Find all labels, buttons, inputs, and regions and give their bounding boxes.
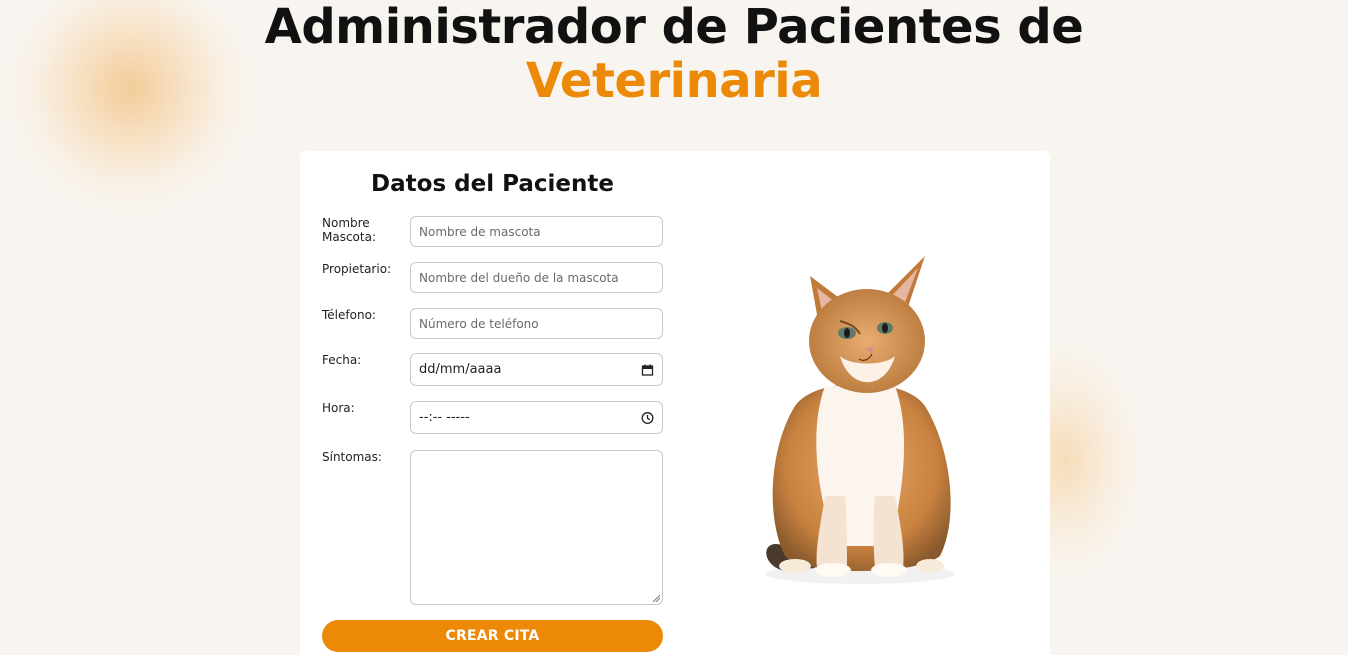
pet-name-row: Nombre Mascota: Nombre de mascota [322,216,663,248]
time-value: --:-- ----- [419,410,470,425]
page-title: Administrador de Pacientes de Veterinari… [0,0,1348,108]
owner-row: Propietario: Nombre del dueño de la masc… [322,262,663,294]
phone-label: Télefono: [322,308,376,322]
date-row: Fecha: dd/mm/aaaa [322,353,663,387]
clock-icon[interactable] [641,411,654,424]
owner-input[interactable]: Nombre del dueño de la mascota [410,262,663,293]
date-label: Fecha: [322,353,362,367]
owner-placeholder: Nombre del dueño de la mascota [419,270,619,285]
phone-input[interactable]: Número de teléfono [410,308,663,339]
date-input[interactable]: dd/mm/aaaa [410,353,663,386]
time-label: Hora: [322,401,355,415]
patient-form-card: Datos del Paciente Nombre Mascota: Nombr… [300,151,1050,655]
calendar-icon[interactable] [641,363,654,376]
time-row: Hora: --:-- ----- [322,401,663,435]
time-input[interactable]: --:-- ----- [410,401,663,434]
symptoms-row: Síntomas: [322,450,663,605]
phone-row: Télefono: Número de teléfono [322,308,663,340]
owner-label: Propietario: [322,262,392,276]
resize-handle-icon[interactable] [652,594,660,602]
pet-name-label: Nombre Mascota: [322,216,376,244]
pet-name-placeholder: Nombre de mascota [419,224,541,239]
symptoms-textarea[interactable] [410,450,663,605]
phone-placeholder: Número de teléfono [419,316,539,331]
form-title: Datos del Paciente [371,171,614,197]
symptoms-label: Síntomas: [322,450,382,464]
create-appointment-button[interactable]: CREAR CITA [322,620,663,652]
cat-image [765,256,955,584]
page-title-highlight: Veterinaria [525,53,823,109]
date-value: dd/mm/aaaa [419,362,502,377]
page-title-line1: Administrador de Pacientes de [264,0,1084,55]
pet-name-input[interactable]: Nombre de mascota [410,216,663,247]
